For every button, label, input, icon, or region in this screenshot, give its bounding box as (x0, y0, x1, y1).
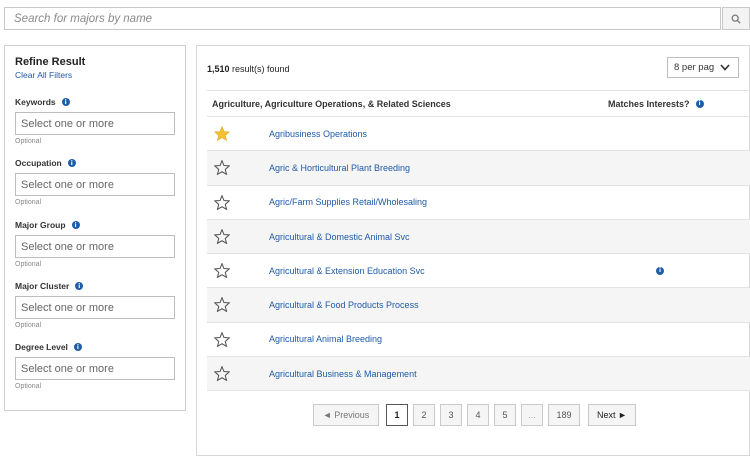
filter-label: Major Cluster i (15, 280, 175, 292)
page-4-button[interactable]: 4 (467, 404, 489, 426)
refine-panel: Refine Result Clear All Filters Keywords… (4, 45, 186, 411)
page-5-button[interactable]: 5 (494, 404, 516, 426)
clear-all-filters-link[interactable]: Clear All Filters (15, 70, 72, 80)
group-header: Agriculture, Agriculture Operations, & R… (212, 98, 451, 109)
table-row: Agricultural Business & Management (207, 357, 750, 392)
filter-label-text: Major Group (15, 220, 66, 230)
filter-select[interactable]: Select one or more (15, 112, 175, 135)
filter-hint: Optional (15, 138, 42, 145)
filter-select[interactable]: Select one or more (15, 235, 175, 258)
major-link[interactable]: Agricultural Animal Breeding (269, 334, 382, 344)
filter-select[interactable]: Select one or more (15, 296, 175, 319)
star-icon[interactable] (213, 159, 231, 180)
page-1-button[interactable]: 1 (386, 404, 408, 426)
major-link[interactable]: Agric/Farm Supplies Retail/Wholesaling (269, 197, 427, 207)
filter-select[interactable]: Select one or more (15, 357, 175, 380)
star-icon[interactable] (213, 262, 231, 283)
refine-title: Refine Result (15, 56, 86, 68)
results-panel: 1,510 result(s) found 8 per pag Agricult… (196, 45, 750, 456)
major-link[interactable]: Agricultural & Domestic Animal Svc (269, 232, 410, 242)
info-icon[interactable]: i (75, 282, 84, 290)
filter-select[interactable]: Select one or more (15, 173, 175, 196)
major-link[interactable]: Agric & Horticultural Plant Breeding (269, 163, 410, 173)
info-icon[interactable]: i (695, 99, 704, 108)
filter-hint: Optional (15, 199, 42, 206)
star-icon[interactable] (213, 365, 231, 386)
major-link[interactable]: Agricultural Business & Management (269, 369, 417, 379)
search-button[interactable] (722, 7, 750, 30)
star-icon[interactable] (213, 228, 231, 249)
filter-label-text: Degree Level (15, 342, 68, 352)
search-bar (4, 7, 721, 30)
filter-hint: Optional (15, 261, 42, 268)
filter-label: Degree Level i (15, 341, 175, 353)
info-icon[interactable]: i (73, 343, 82, 351)
search-input[interactable] (5, 8, 720, 29)
table-row: Agricultural & Domestic Animal Svc (207, 219, 750, 255)
filter-label-text: Occupation (15, 158, 62, 168)
star-icon[interactable] (213, 296, 231, 317)
table-row: Agricultural & Extension Education Svc i (207, 254, 750, 289)
per-page-value: 8 per pag (674, 62, 715, 73)
pagination-ellipsis: ... (521, 404, 543, 426)
previous-page-button[interactable]: ◄ Previous (313, 404, 379, 426)
info-icon[interactable]: i (67, 159, 76, 167)
filter-group: Major Cluster i Select one or more Optional (15, 280, 175, 329)
page-2-button[interactable]: 2 (413, 404, 435, 426)
major-link[interactable]: Agricultural & Food Products Process (269, 300, 419, 310)
star-icon[interactable] (213, 193, 231, 215)
chevron-down-icon (720, 64, 730, 71)
search-icon (731, 14, 741, 24)
filter-label-text: Major Cluster (15, 281, 70, 291)
filter-label: Occupation i (15, 157, 175, 169)
info-icon[interactable]: i (61, 98, 70, 106)
filter-label-text: Keywords (15, 97, 56, 107)
results-count-label: result(s) found (229, 64, 290, 74)
table-row: Agribusiness Operations (207, 117, 750, 152)
table-row: Agric/Farm Supplies Retail/Wholesaling (207, 186, 750, 220)
filter-label: Major Group i (15, 219, 175, 231)
table-header: Agriculture, Agriculture Operations, & R… (207, 90, 750, 117)
page-last-button[interactable]: 189 (548, 404, 580, 426)
info-icon[interactable]: i (71, 221, 80, 229)
filter-hint: Optional (15, 383, 42, 390)
next-page-button[interactable]: Next ► (588, 404, 636, 426)
filter-label: Keywords i (15, 96, 175, 108)
info-icon[interactable]: i (656, 266, 664, 275)
star-icon[interactable] (213, 331, 231, 352)
results-table: Agriculture, Agriculture Operations, & R… (207, 90, 750, 392)
filter-group: Keywords i Select one or more Optional (15, 96, 175, 145)
filter-group: Degree Level i Select one or more Optional (15, 341, 175, 390)
match-header-label: Matches Interests? (608, 98, 690, 109)
results-count-number: 1,510 (207, 64, 230, 74)
table-row: Agricultural & Food Products Process (207, 288, 750, 323)
filter-group: Occupation i Select one or more Optional (15, 157, 175, 206)
filter-hint: Optional (15, 322, 42, 329)
page-3-button[interactable]: 3 (440, 404, 462, 426)
results-count: 1,510 result(s) found (207, 64, 290, 74)
major-link[interactable]: Agricultural & Extension Education Svc (269, 266, 425, 276)
per-page-select[interactable]: 8 per pag (667, 57, 739, 78)
filter-group: Major Group i Select one or more Optional (15, 219, 175, 268)
pagination: ◄ Previous 12345 ... 189 Next ► (313, 404, 636, 426)
star-icon[interactable] (214, 125, 230, 146)
table-row: Agric & Horticultural Plant Breeding (207, 151, 750, 186)
major-link[interactable]: Agribusiness Operations (269, 129, 367, 139)
match-header: Matches Interests? i (608, 99, 704, 109)
table-row: Agricultural Animal Breeding (207, 323, 750, 358)
